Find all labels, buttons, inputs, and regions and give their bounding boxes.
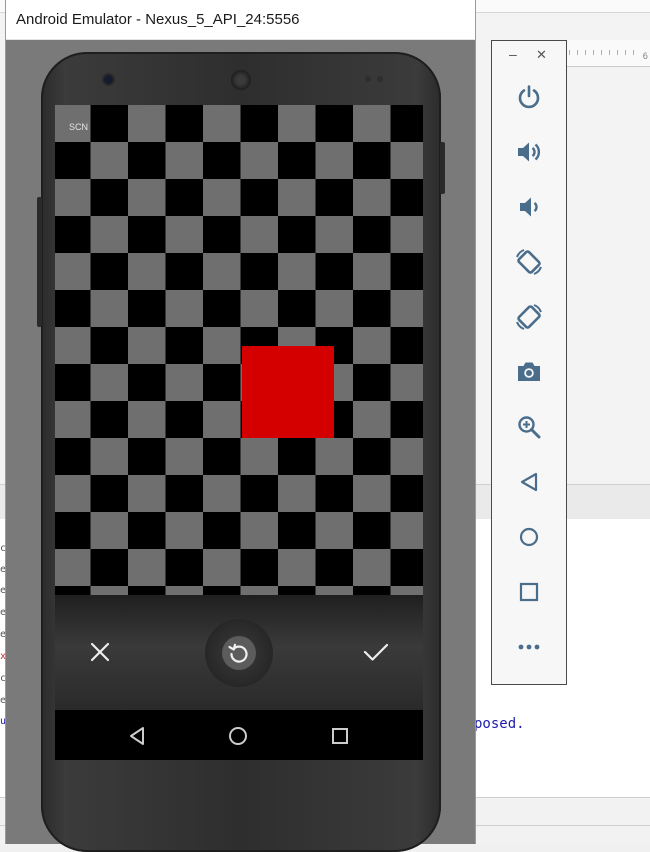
light-sensor	[377, 76, 383, 82]
ide-ruler: 6	[565, 40, 650, 67]
screenshot-button[interactable]	[509, 352, 549, 392]
phone-screen[interactable]: SCN	[55, 105, 423, 760]
home-circle-icon	[229, 727, 247, 745]
recents-square-icon	[332, 728, 348, 744]
power-button[interactable]	[509, 77, 549, 117]
front-camera	[104, 75, 113, 84]
close-icon	[90, 642, 110, 662]
volume-down-button[interactable]	[509, 187, 549, 227]
volume-up-icon	[518, 142, 541, 162]
phone-side-button-right	[440, 142, 445, 194]
phone-side-button-left	[37, 197, 42, 327]
camera-controls	[55, 595, 423, 710]
check-icon	[363, 643, 389, 661]
power-icon	[518, 85, 540, 109]
home-icon	[519, 527, 539, 547]
emulator-title: Android Emulator - Nexus_5_API_24:5556	[16, 11, 300, 28]
rotate-left-button[interactable]	[509, 242, 549, 282]
earpiece-speaker	[231, 70, 251, 90]
toolbar-back-button[interactable]	[509, 462, 549, 502]
back-triangle-icon	[130, 727, 144, 745]
nav-back-button[interactable]	[125, 724, 149, 748]
zoom-button[interactable]	[509, 407, 549, 447]
more-icon	[518, 644, 540, 650]
cancel-button[interactable]	[85, 637, 115, 667]
ruler-number: 6	[642, 52, 648, 62]
nav-home-button[interactable]	[226, 724, 250, 748]
rotate-icon	[228, 643, 248, 663]
android-nav-bar	[55, 710, 423, 760]
more-button[interactable]	[509, 627, 549, 667]
rotate-right-button[interactable]	[509, 297, 549, 337]
minimize-button[interactable]: –	[509, 46, 517, 62]
camera-icon	[518, 362, 540, 381]
confirm-button[interactable]	[361, 637, 391, 667]
toolbar-overview-button[interactable]	[509, 572, 549, 612]
proximity-sensor	[365, 76, 371, 82]
back-icon	[520, 472, 538, 492]
volume-up-button[interactable]	[509, 132, 549, 172]
scene-label: SCN	[69, 122, 89, 132]
close-button[interactable]: ✕	[536, 47, 547, 63]
console-text: posed.	[474, 716, 525, 732]
camera-preview-checkerboard	[55, 105, 423, 595]
emulator-toolbar: – ✕	[491, 40, 567, 685]
retake-button[interactable]	[222, 636, 256, 670]
emulator-title-bar[interactable]: Android Emulator - Nexus_5_API_24:5556	[6, 0, 475, 40]
overview-icon	[519, 582, 539, 602]
nav-recents-button[interactable]	[328, 724, 352, 748]
toolbar-home-button[interactable]	[509, 517, 549, 557]
toolbar-header: – ✕	[492, 41, 566, 71]
volume-down-icon	[520, 197, 538, 217]
zoom-icon	[518, 416, 541, 439]
rotate-left-icon	[516, 249, 542, 275]
red-square	[242, 346, 334, 438]
rotate-right-icon	[516, 304, 542, 330]
